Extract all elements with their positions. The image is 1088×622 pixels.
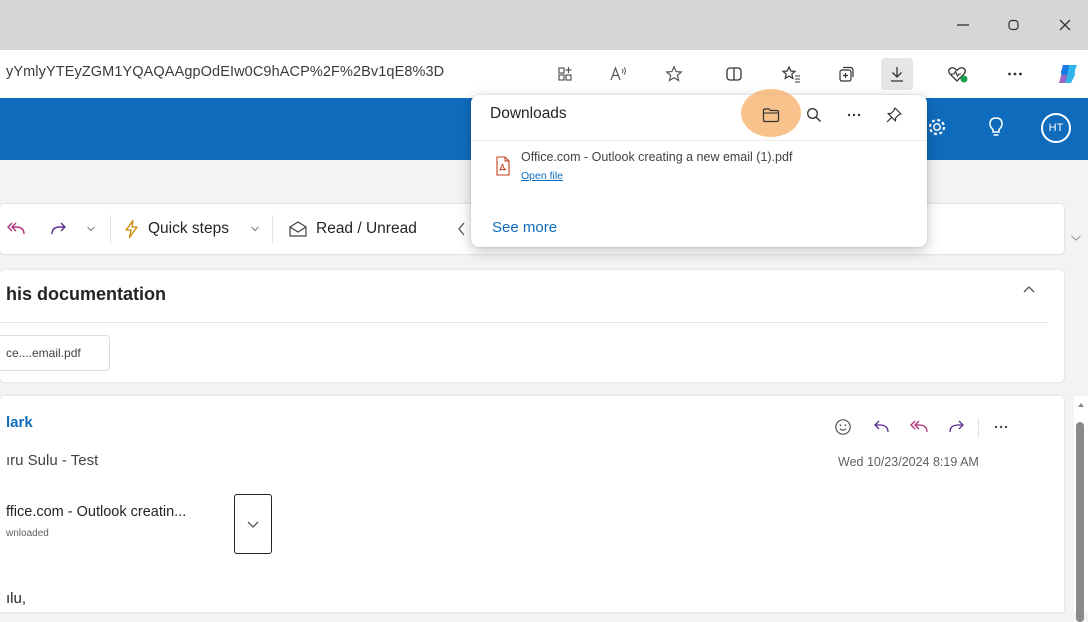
quick-steps-button[interactable]: Quick steps	[122, 204, 229, 254]
email-subject: his documentation	[6, 284, 167, 304]
toolbar-divider	[272, 215, 273, 243]
download-icon	[891, 67, 903, 82]
see-more-link[interactable]: See more	[492, 219, 557, 236]
close-window-button[interactable]	[1042, 0, 1088, 50]
pdf-file-icon	[495, 156, 511, 176]
quick-steps-dropdown[interactable]	[250, 204, 260, 254]
recipient-line: ıru Sulu - Test	[6, 452, 99, 469]
envelope-open-icon	[289, 221, 307, 237]
copilot-icon	[1059, 65, 1077, 83]
action-divider	[978, 418, 979, 438]
minimize-icon	[957, 24, 969, 26]
split-screen-button[interactable]	[718, 58, 750, 90]
chevron-left-icon	[458, 222, 465, 236]
downloads-divider	[471, 140, 927, 141]
downloads-more-button[interactable]	[838, 99, 870, 131]
reply-all-icon	[7, 222, 25, 235]
read-aloud-icon	[610, 66, 626, 81]
read-unread-label: Read / Unread	[316, 220, 417, 237]
browser-title-bar	[0, 0, 1088, 50]
downloads-button[interactable]	[881, 58, 913, 90]
react-button[interactable]	[828, 414, 858, 440]
favorites-button[interactable]	[775, 58, 807, 90]
reply-button[interactable]	[866, 414, 896, 440]
app-add-icon	[558, 67, 572, 81]
heart-pulse-icon	[948, 67, 968, 83]
folder-icon	[762, 108, 780, 123]
open-file-link[interactable]: Open file	[521, 170, 563, 182]
attachment-chip[interactable]: ce....email.pdf	[0, 335, 110, 371]
reply-all-message-button[interactable]	[904, 414, 934, 440]
more-icon	[994, 425, 1008, 429]
copilot-button[interactable]	[1052, 58, 1084, 90]
collapse-thread-button[interactable]	[1022, 283, 1036, 295]
search-icon	[807, 108, 821, 122]
attachment-options-button[interactable]	[234, 494, 272, 554]
collections-icon	[839, 66, 854, 82]
chevron-down-icon	[247, 521, 259, 528]
emoji-smile-icon	[835, 419, 851, 435]
message-attachment[interactable]	[0, 494, 232, 552]
quick-steps-label: Quick steps	[148, 220, 229, 237]
download-item-name[interactable]: Office.com - Outlook creating a new emai…	[521, 150, 792, 164]
lightbulb-icon	[989, 117, 1003, 136]
subject-divider	[0, 322, 1048, 323]
pin-icon	[886, 107, 902, 123]
message-body-greeting: ılu,	[6, 590, 27, 607]
settings-button[interactable]	[926, 116, 948, 138]
chevron-down-icon	[1071, 235, 1081, 241]
more-icon	[1008, 72, 1022, 76]
search-downloads-button[interactable]	[798, 99, 830, 131]
chevron-up-icon	[1023, 286, 1035, 293]
attachment-status: wnloaded	[6, 528, 49, 539]
reply-all-button[interactable]	[6, 204, 26, 254]
address-bar-url[interactable]: yYmlyYTEyZGM1YQAQAAgpOdEIw0C9hACP%2F%2Bv…	[6, 64, 444, 80]
sender-name[interactable]: lark	[6, 414, 33, 431]
forward-message-button[interactable]	[942, 414, 972, 440]
avatar[interactable]: HT	[1041, 113, 1071, 143]
split-screen-icon	[726, 67, 742, 81]
message-more-button[interactable]	[986, 414, 1016, 440]
pin-downloads-button[interactable]	[878, 99, 910, 131]
close-icon	[1059, 19, 1071, 31]
open-downloads-folder-button[interactable]	[755, 99, 787, 131]
more-icon	[847, 113, 861, 117]
add-favorite-button[interactable]	[658, 58, 690, 90]
minimize-button[interactable]	[940, 0, 986, 50]
read-unread-button[interactable]: Read / Unread	[288, 204, 417, 254]
lightning-icon	[125, 219, 138, 239]
collections-button[interactable]	[830, 58, 862, 90]
restore-icon	[1008, 19, 1019, 31]
tips-button[interactable]	[986, 116, 1006, 138]
forward-button[interactable]	[50, 204, 70, 254]
attachment-file-name: ffice.com - Outlook creatin...	[6, 504, 187, 520]
star-icon	[665, 65, 683, 82]
toolbar-divider	[110, 215, 111, 243]
caret-up-icon	[1078, 403, 1084, 407]
forward-icon	[949, 420, 964, 433]
downloads-title: Downloads	[490, 105, 567, 122]
browser-essentials-button[interactable]	[942, 58, 974, 90]
favorites-icon	[781, 65, 800, 83]
reply-all-icon	[910, 420, 928, 433]
scrollbar-thumb[interactable]	[1076, 422, 1084, 622]
chevron-down-icon	[251, 226, 259, 232]
forward-icon	[51, 222, 66, 235]
settings-more-button[interactable]	[999, 58, 1031, 90]
chevron-down-icon	[87, 226, 95, 232]
forward-dropdown[interactable]	[86, 204, 96, 254]
restore-button[interactable]	[990, 0, 1036, 50]
reply-icon	[874, 420, 889, 433]
partial-command-button[interactable]	[456, 204, 466, 254]
scroll-up-arrow[interactable]	[1077, 401, 1085, 409]
gear-icon	[928, 118, 946, 136]
message-timestamp: Wed 10/23/2024 8:19 AM	[838, 455, 979, 469]
command-bar-expand[interactable]	[1070, 233, 1082, 243]
attachment-chip-name: ce....email.pdf	[6, 346, 81, 360]
app-available-button[interactable]	[550, 58, 582, 90]
read-aloud-button[interactable]	[603, 58, 635, 90]
